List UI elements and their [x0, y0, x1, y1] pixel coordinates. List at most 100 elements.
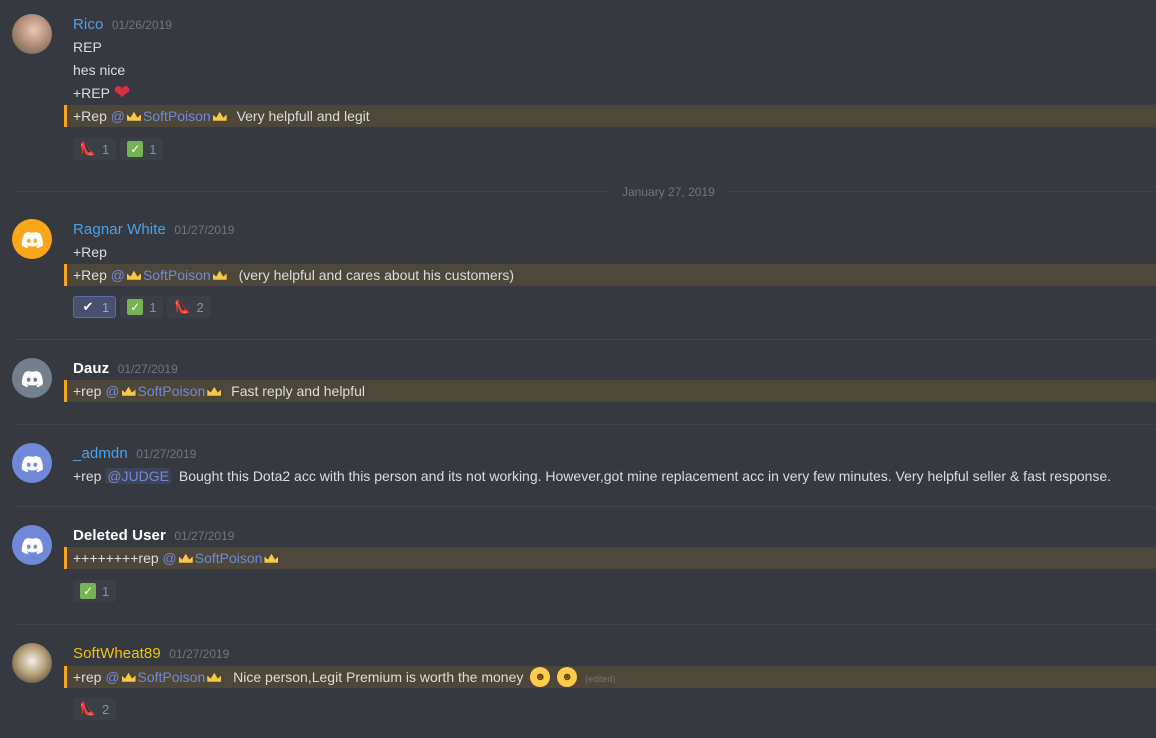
username[interactable]: Rico — [73, 16, 103, 33]
reaction-count: 1 — [102, 299, 110, 315]
message-divider — [14, 339, 1156, 340]
mention-tag[interactable]: @ SoftPoison — [111, 108, 229, 124]
message-header: Ragnar White 01/27/2019 — [73, 219, 234, 241]
check-green-icon: ✓ — [127, 141, 144, 157]
message-prefix: +rep — [73, 383, 102, 399]
crown-icon — [126, 270, 141, 280]
mention-symbol: @ — [110, 267, 125, 283]
discord-logo-icon — [21, 455, 43, 473]
mention-symbol: @ — [105, 669, 120, 685]
discord-logo-icon — [21, 370, 43, 388]
user-avatar[interactable] — [12, 14, 52, 54]
mention-message: +rep @ SoftPoison Nice person,Legit Premi… — [64, 666, 1156, 688]
timestamp: 01/27/2019 — [169, 647, 230, 661]
mention-message: ++++++++rep @ SoftPoison — [64, 547, 1156, 569]
mention-tag[interactable]: @ SoftPoison — [105, 669, 223, 685]
username[interactable]: Deleted User — [73, 527, 166, 544]
check-green-icon: ✓ — [80, 583, 96, 599]
username[interactable]: _admdn — [73, 445, 128, 462]
mention-symbol: @ — [110, 108, 125, 124]
crown-icon — [126, 111, 141, 121]
mention-name: SoftPoison — [142, 108, 211, 124]
reaction-check[interactable]: ✓ 1 — [120, 138, 164, 160]
mention-message: +Rep @ SoftPoison (very helpful and cares… — [64, 264, 1156, 286]
message-header: Dauz 01/27/2019 — [73, 358, 178, 380]
crown-icon — [207, 386, 222, 396]
message-divider — [14, 424, 1156, 425]
crown-icon — [264, 553, 279, 563]
mention-tag[interactable]: @JUDGE — [105, 468, 171, 484]
crown-icon — [207, 672, 222, 682]
mention-symbol: @ — [105, 383, 120, 399]
message-header: SoftWheat89 01/27/2019 — [73, 643, 229, 665]
user-avatar[interactable] — [12, 643, 52, 683]
reaction-check[interactable]: ✓ 1 — [120, 296, 164, 318]
reaction-count: 1 — [149, 141, 157, 157]
mention-message: +rep @ SoftPoison Fast reply and helpful — [64, 380, 1156, 402]
timestamp: 01/27/2019 — [136, 447, 197, 461]
message-text-content: +REP — [73, 85, 110, 101]
timestamp: 01/26/2019 — [111, 18, 172, 32]
mention-name: SoftPoison — [142, 267, 211, 283]
mention-name: SoftPoison — [137, 383, 206, 399]
discord-avatar[interactable] — [12, 358, 52, 398]
discord-avatar[interactable] — [12, 219, 52, 259]
shoe-icon: 👠 — [79, 701, 97, 716]
message-prefix: +Rep — [73, 108, 107, 124]
message-prefix: +Rep — [73, 267, 107, 283]
message-text: Very helpfull and legit — [236, 108, 370, 124]
timestamp: 01/27/2019 — [174, 529, 235, 543]
discord-logo-icon — [21, 231, 43, 249]
mention-message: +Rep @ SoftPoison Very helpfull and legit — [64, 105, 1156, 127]
grin-emoji-icon: ☻ — [557, 667, 578, 688]
username[interactable]: Ragnar White — [73, 221, 166, 238]
shoe-icon: 👠 — [174, 299, 191, 314]
message-text: Fast reply and helpful — [231, 383, 365, 399]
message-divider — [14, 506, 1156, 507]
message-divider — [14, 624, 1156, 625]
crown-icon — [212, 111, 227, 121]
message-text-line: +rep @JUDGE Bought this Dota2 acc with t… — [73, 465, 1111, 487]
reaction-bar: ✔ 1 ✓ 1 👠 2 — [73, 296, 211, 318]
reaction-count: 2 — [196, 299, 204, 315]
mention-name: SoftPoison — [194, 550, 263, 566]
reaction-check[interactable]: ✓ 1 — [73, 580, 117, 602]
message-text: hes nice — [73, 62, 126, 78]
mention-tag[interactable]: @ SoftPoison — [111, 267, 229, 283]
mention-name: SoftPoison — [137, 669, 206, 685]
message-text: (very helpful and cares about his custom… — [238, 267, 515, 283]
smiley-emoji-icon: ☻ — [530, 667, 551, 688]
message-header: Rico 01/26/2019 — [73, 14, 172, 36]
check-blue-icon: ✔ — [82, 299, 94, 314]
crown-icon — [121, 672, 136, 682]
reaction-count: 1 — [149, 299, 157, 315]
discord-logo-icon — [21, 537, 43, 555]
reaction-shoe[interactable]: 👠 2 — [73, 698, 117, 720]
mention-tag[interactable]: @ SoftPoison — [105, 383, 223, 399]
reaction-count: 2 — [102, 701, 110, 717]
reaction-bar: 👠 1 ✓ 1 — [73, 138, 164, 160]
reaction-count: 1 — [102, 583, 110, 599]
reaction-bar: 👠 2 — [73, 698, 117, 720]
discord-avatar[interactable] — [12, 525, 52, 565]
mention-symbol: @ — [162, 550, 177, 566]
reaction-count: 1 — [102, 141, 110, 157]
date-divider-label: January 27, 2019 — [610, 184, 727, 200]
username[interactable]: Dauz — [73, 360, 109, 377]
username[interactable]: SoftWheat89 — [73, 645, 161, 662]
crown-icon — [121, 386, 136, 396]
message-text: Nice person,Legit Premium is worth the m… — [233, 669, 524, 685]
message-prefix: +rep — [73, 669, 102, 685]
crown-icon — [178, 553, 193, 563]
message-header: Deleted User 01/27/2019 — [73, 525, 234, 547]
timestamp: 01/27/2019 — [117, 362, 178, 376]
reaction-shoe[interactable]: 👠 1 — [73, 138, 117, 160]
message-text: Bought this Dota2 acc with this person a… — [178, 468, 1112, 484]
reaction-check-blue[interactable]: ✔ 1 — [73, 296, 117, 318]
message-prefix: +rep — [73, 468, 102, 484]
discord-avatar[interactable] — [12, 443, 52, 483]
reaction-shoe[interactable]: 👠 2 — [167, 296, 211, 318]
message-prefix: ++++++++rep — [73, 550, 159, 566]
mention-tag[interactable]: @ SoftPoison — [163, 550, 281, 566]
message-text: +REP ❤ — [73, 82, 130, 104]
